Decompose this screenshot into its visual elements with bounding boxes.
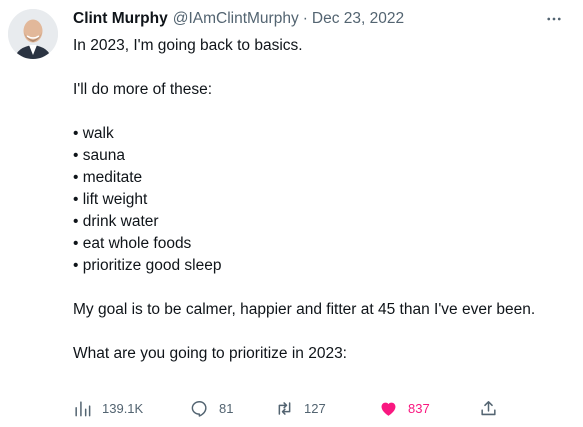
list-item: • eat whole foods bbox=[73, 235, 192, 252]
share-button[interactable] bbox=[479, 395, 498, 421]
retweet-icon bbox=[278, 401, 291, 415]
tweet-text: In 2023, I'm going back to basics. I'll … bbox=[73, 35, 569, 365]
habit-list: • walk • sauna • meditate • lift weight … bbox=[73, 123, 569, 277]
list-item: • sauna bbox=[73, 147, 125, 164]
author-handle[interactable]: @IAmClintMurphy bbox=[173, 8, 299, 30]
views-count: 139.1K bbox=[102, 400, 144, 416]
list-item: • drink water bbox=[73, 213, 159, 230]
share-icon bbox=[481, 400, 496, 415]
header-separator: · bbox=[302, 10, 308, 27]
tweet-paragraph: In 2023, I'm going back to basics. bbox=[73, 37, 303, 54]
more-dots-icon bbox=[547, 17, 561, 21]
more-options-button[interactable] bbox=[543, 8, 565, 30]
tweet-content: Clint Murphy @IAmClintMurphy · Dec 23, 2… bbox=[73, 8, 569, 365]
like-count: 837 bbox=[408, 400, 430, 416]
avatar[interactable] bbox=[8, 9, 58, 59]
reply-count: 81 bbox=[219, 400, 234, 416]
analytics-icon bbox=[75, 400, 91, 416]
list-item: • meditate bbox=[73, 169, 143, 186]
tweet-header: Clint Murphy @IAmClintMurphy · Dec 23, 2… bbox=[73, 8, 569, 30]
list-item: • prioritize good sleep bbox=[73, 257, 222, 274]
list-item: • lift weight bbox=[73, 191, 148, 208]
retweet-count: 127 bbox=[304, 400, 326, 416]
tweet-paragraph: I'll do more of these: bbox=[73, 81, 213, 98]
retweet-button[interactable]: 127 bbox=[275, 395, 326, 421]
reply-icon bbox=[191, 400, 207, 417]
reply-button[interactable]: 81 bbox=[190, 395, 233, 421]
tweet-date[interactable]: Dec 23, 2022 bbox=[312, 8, 404, 30]
avatar-image bbox=[8, 9, 58, 59]
tweet-paragraph: What are you going to prioritize in 2023… bbox=[73, 345, 347, 362]
heart-filled-icon bbox=[381, 402, 396, 416]
like-button[interactable]: 837 bbox=[379, 395, 430, 421]
list-item: • walk bbox=[73, 125, 114, 142]
views-button[interactable]: 139.1K bbox=[73, 395, 143, 421]
author-name[interactable]: Clint Murphy bbox=[73, 8, 168, 30]
tweet-paragraph: My goal is to be calmer, happier and fit… bbox=[73, 301, 536, 318]
tweet-actions: 139.1K 81 127 837 bbox=[73, 395, 513, 421]
